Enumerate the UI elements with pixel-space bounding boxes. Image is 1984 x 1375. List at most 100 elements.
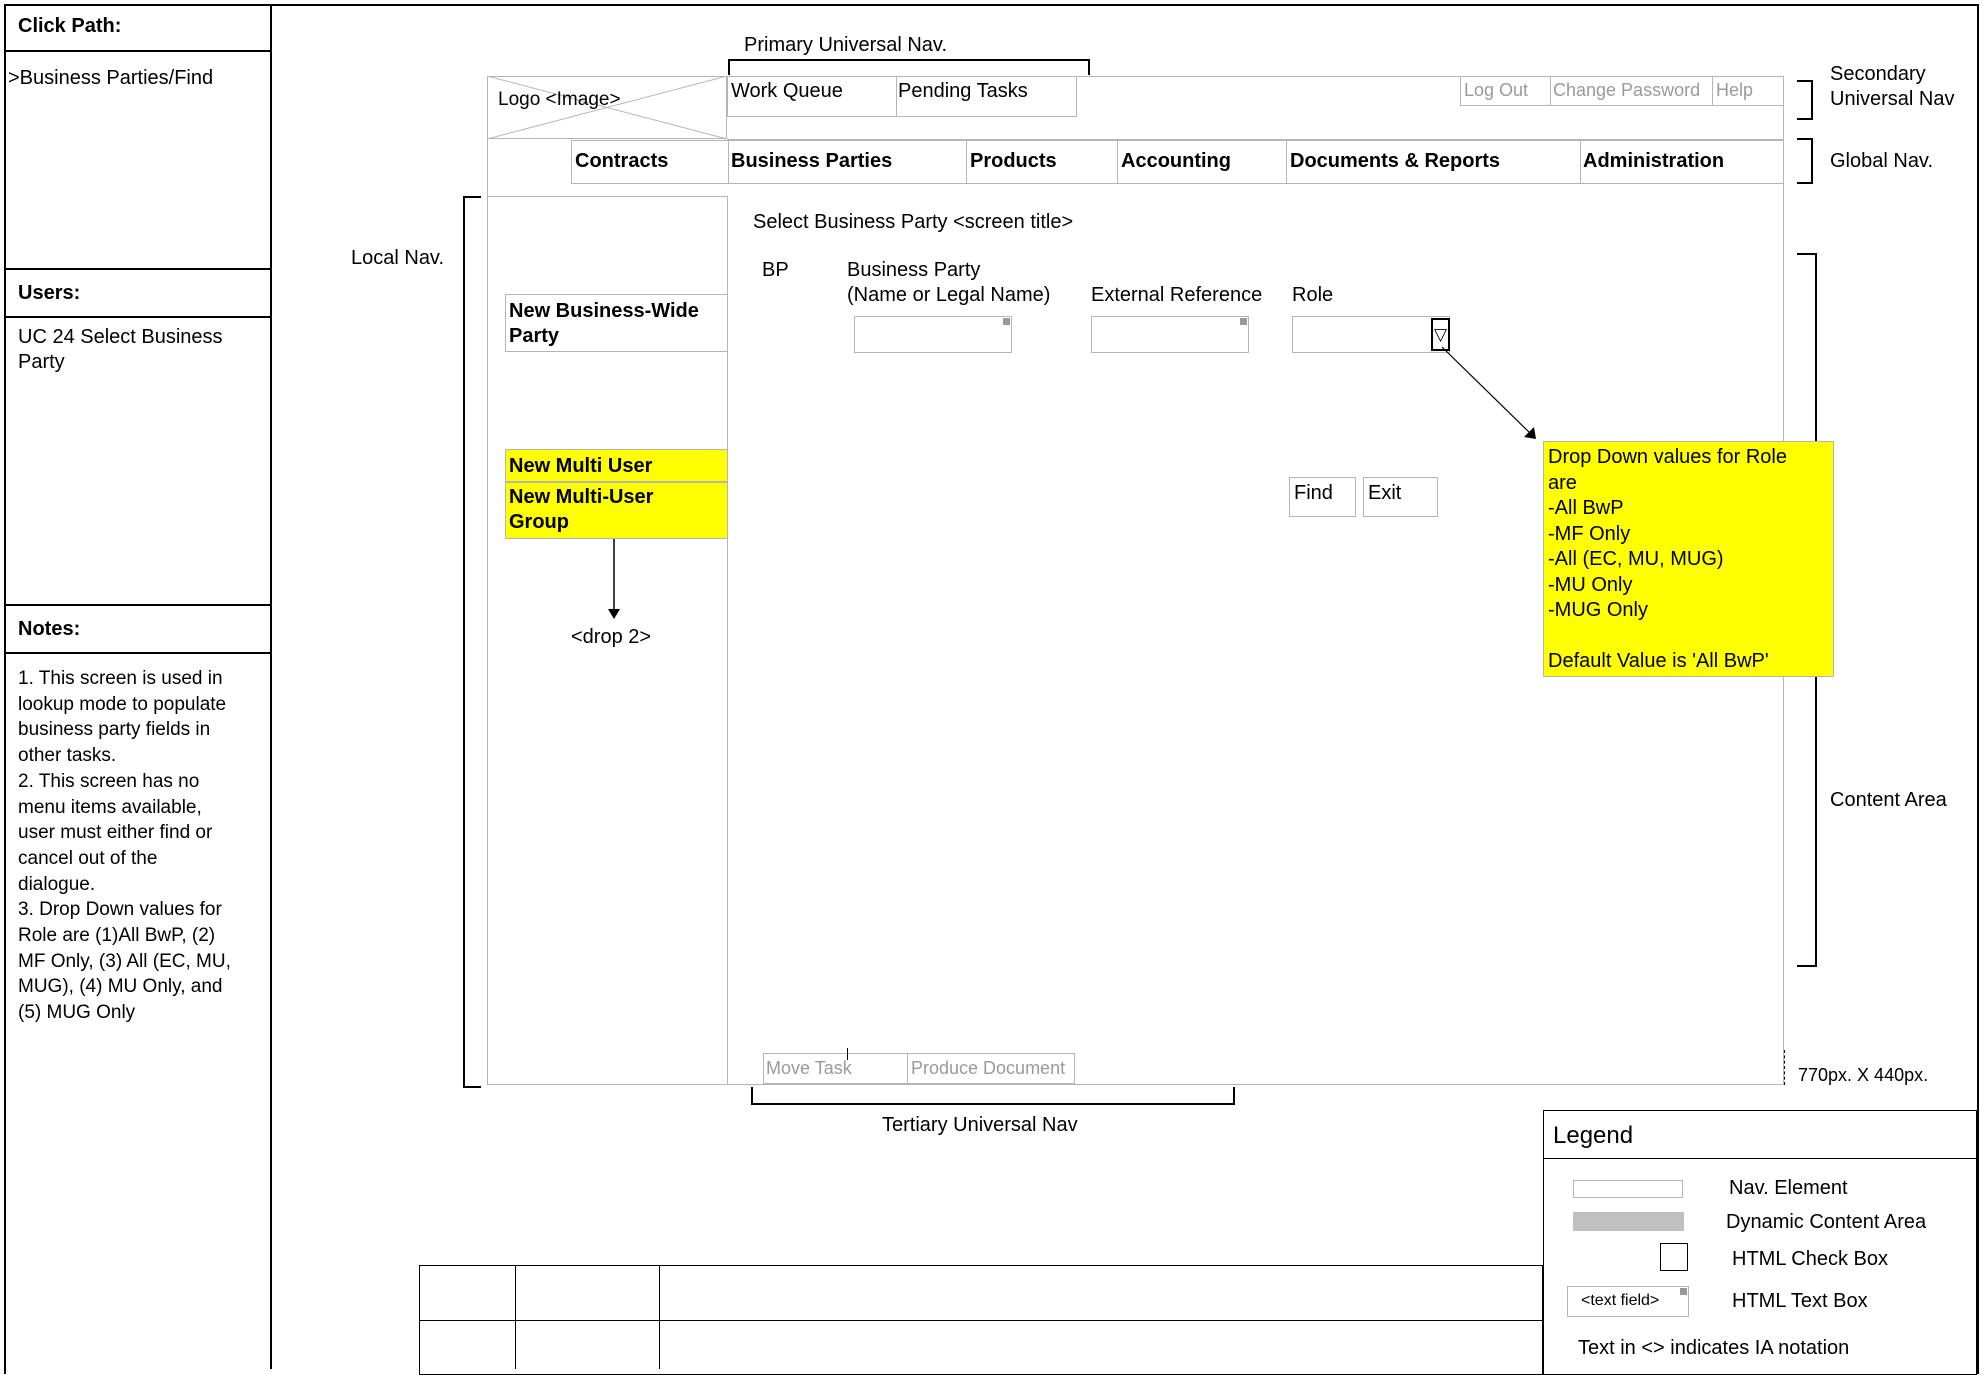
note-line: -All (EC, MU, MUG) (1548, 548, 1724, 570)
find-button[interactable]: Find (1289, 477, 1356, 517)
table-rule (419, 1320, 1543, 1321)
note-line: -MF Only (1548, 522, 1631, 545)
note-line (1548, 624, 1833, 650)
drop2-arrow (608, 539, 620, 619)
tertiary-nav-bracket (751, 1087, 1235, 1105)
divider (4, 316, 272, 318)
global-nav-documents-reports[interactable]: Documents & Reports (1290, 150, 1500, 173)
click-path-value: >Business Parties/Find (8, 67, 214, 89)
notes-line: dialogue. (18, 873, 96, 895)
notes-line: business party fields in (18, 719, 211, 741)
text-field-corner-icon (1003, 318, 1010, 325)
dimensions-annotation: 770px. X 440px. (1798, 1065, 1929, 1085)
table-rule (515, 1265, 516, 1369)
notes-line: 3. Drop Down values for (18, 899, 222, 921)
primary-nav-annotation: Primary Universal Nav. (744, 34, 947, 56)
notes-line: menu items available, (18, 796, 202, 818)
checkbox-icon (1660, 1243, 1688, 1271)
local-nav-label: New Multi-User (509, 486, 654, 508)
legend-label: Dynamic Content Area (1726, 1211, 1927, 1233)
help-link[interactable]: Help (1716, 80, 1753, 101)
move-task-link[interactable]: Move Task (766, 1058, 852, 1079)
notes-line: 1. This screen is used in (18, 668, 223, 689)
notes-line: (5) MUG Only (18, 1002, 136, 1024)
sidebar-divider (270, 4, 272, 1369)
legend-text-field-label: <text field> (1581, 1292, 1660, 1309)
column-header-business-party: (Name or Legal Name) (847, 284, 1051, 306)
exit-label: Exit (1368, 482, 1402, 504)
global-nav-bracket (1797, 138, 1813, 184)
table-rule (659, 1265, 660, 1369)
secondary-nav-annotation: Secondary (1830, 63, 1926, 85)
divider (1712, 76, 1713, 106)
global-nav-accounting[interactable]: Accounting (1121, 150, 1231, 173)
local-nav-label: New Multi User (509, 455, 653, 477)
note-line: -MU Only (1548, 573, 1633, 596)
legend-notation: Text in <> indicates IA notation (1578, 1337, 1850, 1359)
notes-line: lookup mode to populate (18, 693, 227, 715)
local-nav-new-multi-user[interactable]: New Multi User (505, 449, 728, 482)
divider (1117, 140, 1118, 184)
local-nav-label: Party (509, 325, 560, 347)
screen-title: Select Business Party <screen title> (753, 211, 1074, 233)
legend-text-field-sample: <text field> (1567, 1286, 1689, 1317)
global-nav-products[interactable]: Products (970, 150, 1057, 173)
column-header-bp: BP (762, 259, 789, 281)
change-password-link[interactable]: Change Password (1553, 80, 1700, 101)
note-line: -All BwP (1548, 497, 1624, 519)
note-line: -MUG Only (1548, 599, 1648, 621)
tertiary-nav-annotation: Tertiary Universal Nav (882, 1114, 1078, 1136)
notes-heading: Notes: (18, 618, 81, 640)
secondary-nav-annotation: Universal Nav (1830, 88, 1955, 110)
cursor-tick (847, 1048, 848, 1060)
role-note-arrow (1441, 346, 1536, 439)
note-line: are (1548, 471, 1577, 494)
note-line: Default Value is 'All BwP' (1548, 650, 1769, 672)
divider (1580, 140, 1581, 184)
local-nav-annotation: Local Nav. (351, 247, 445, 269)
business-party-field[interactable] (854, 316, 1012, 353)
global-nav-administration[interactable]: Administration (1583, 150, 1724, 173)
notes-line: other tasks. (18, 745, 117, 767)
log-out-link[interactable]: Log Out (1464, 80, 1528, 101)
legend-divider (1543, 1158, 1977, 1159)
users-heading: Users: (18, 282, 81, 304)
global-nav-business-parties[interactable]: Business Parties (731, 150, 892, 173)
legend-label: Nav. Element (1729, 1177, 1848, 1199)
notes-line: MF Only, (3) All (EC, MU, (18, 950, 231, 972)
notes-text: 1. This screen is used in lookup mode to… (18, 666, 231, 1026)
divider (966, 140, 967, 184)
external-reference-field[interactable] (1091, 316, 1249, 353)
notes-line: Role are (1)All BwP, (2) (18, 925, 216, 947)
divider (1550, 76, 1551, 106)
logo: Logo <Image> (487, 76, 727, 139)
text-field-corner-icon (1680, 1288, 1687, 1295)
local-nav-label: New Business-Wide (509, 300, 699, 322)
note-line: Drop Down values for Role (1548, 446, 1787, 468)
notes-line: user must either find or (18, 822, 213, 844)
users-value: UC 24 Select Business (18, 326, 223, 348)
global-nav-annotation: Global Nav. (1830, 150, 1934, 172)
users-value: Party (18, 351, 65, 373)
divider (907, 1053, 908, 1084)
legend-nav-swatch (1573, 1180, 1683, 1198)
divider (4, 50, 272, 52)
content-area-annotation: Content Area (1830, 789, 1947, 811)
local-nav-new-business-wide-party[interactable]: New Business-Wide Party (505, 294, 728, 352)
exit-button[interactable]: Exit (1363, 477, 1438, 517)
global-nav-contracts[interactable]: Contracts (575, 150, 668, 173)
role-select[interactable] (1292, 316, 1450, 353)
click-path-heading: Click Path: (18, 15, 122, 37)
drop2-label: <drop 2> (571, 626, 652, 648)
local-nav-new-multi-user-group[interactable]: New Multi-User Group (505, 482, 728, 539)
role-dropdown-note: Drop Down values for Role are -All BwP -… (1543, 441, 1834, 677)
produce-document-link[interactable]: Produce Document (911, 1058, 1065, 1079)
divider (4, 652, 272, 654)
divider (4, 604, 272, 606)
notes-line: MUG), (4) MU Only, and (18, 976, 223, 998)
logo-text: Logo <Image> (498, 89, 621, 110)
primary-nav-bracket (728, 59, 1090, 75)
notes-line: cancel out of the (18, 847, 158, 869)
legend-label: HTML Check Box (1732, 1248, 1888, 1270)
dropdown-glyph: ▽ (1433, 325, 1448, 344)
